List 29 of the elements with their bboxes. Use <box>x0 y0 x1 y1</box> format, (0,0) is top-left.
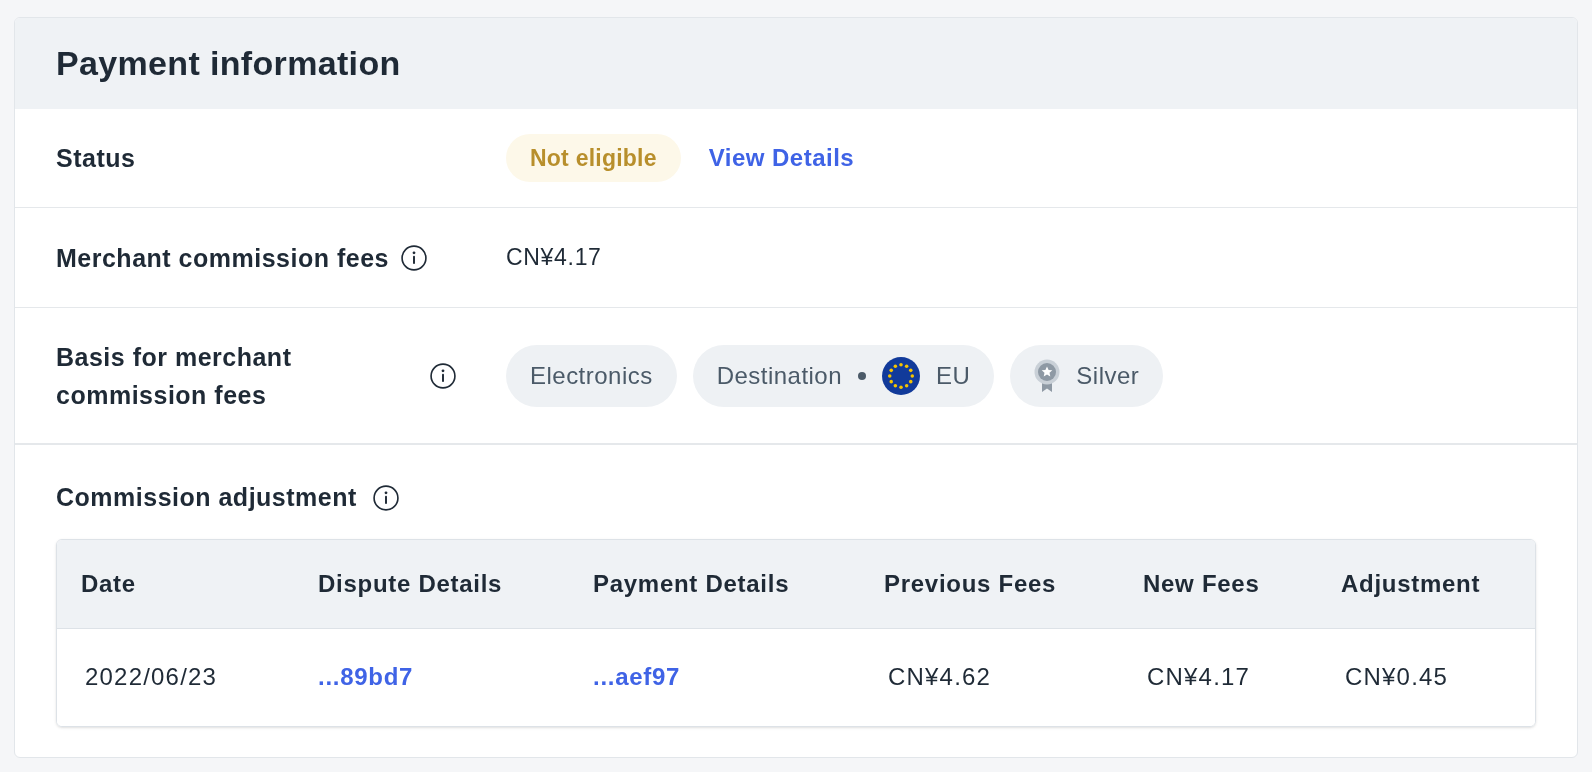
field-label: Merchant commission fees <box>56 242 389 274</box>
chip-label: Destination <box>716 360 842 391</box>
chip-label: EU <box>936 360 971 391</box>
section-title: Commission adjustment <box>56 482 357 513</box>
field-value: CN¥4.17 <box>506 243 602 273</box>
status-badge: Not eligible <box>506 133 681 183</box>
column-header: Previous Fees <box>884 568 1057 599</box>
column-header: Payment Details <box>593 568 790 599</box>
card-title: Payment information <box>56 43 401 84</box>
chip-label: Silver <box>1076 360 1140 391</box>
table-cell-text: CN¥0.45 <box>1344 662 1449 692</box>
field-label: Basis for merchant commission fees <box>56 341 293 411</box>
column-header: New Fees <box>1143 568 1260 599</box>
info-icon[interactable] <box>372 484 399 511</box>
column-header: Date <box>81 568 136 599</box>
info-icon[interactable] <box>430 362 456 389</box>
view-details-link[interactable]: View Details <box>708 140 855 176</box>
table-cell-text: CN¥4.17 <box>1146 662 1251 692</box>
table-cell-text: CN¥4.62 <box>887 662 992 692</box>
table-cell-text: 2022/06/23 <box>84 662 218 692</box>
column-header: Adjustment <box>1341 568 1481 599</box>
chip-label: Electronics <box>530 360 653 391</box>
info-icon[interactable] <box>400 244 427 271</box>
field-label: Status <box>56 143 136 174</box>
id-link[interactable]: ...89bd7 <box>318 659 414 695</box>
medal-icon <box>1034 358 1061 393</box>
column-header: Dispute Details <box>318 568 503 599</box>
flag-icon <box>882 356 920 395</box>
id-link[interactable]: ...aef97 <box>593 659 681 695</box>
